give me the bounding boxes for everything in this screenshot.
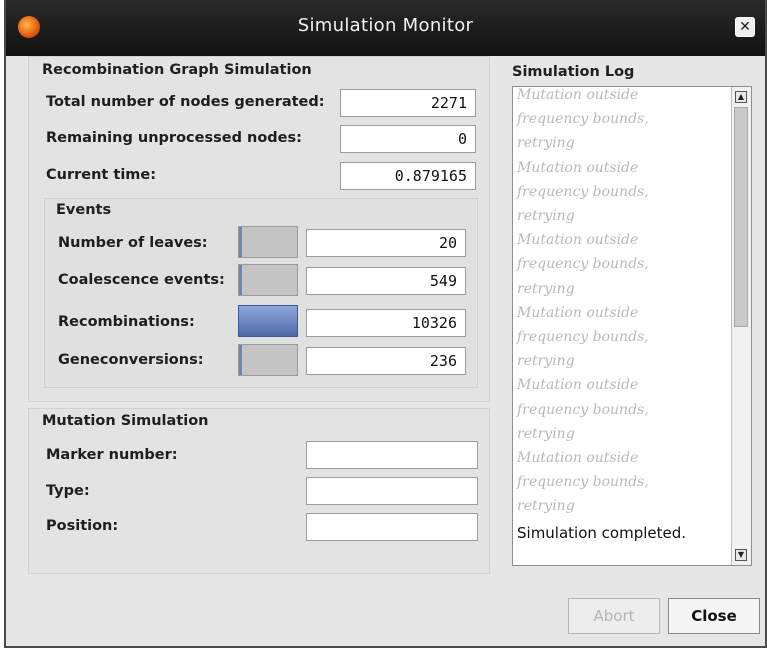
- position-label: Position:: [46, 518, 119, 534]
- log-line: frequency bounds,: [517, 256, 649, 273]
- recombination-title: Recombination Graph Simulation: [42, 62, 312, 78]
- remaining-nodes-field: 0: [340, 125, 476, 153]
- remaining-nodes-label: Remaining unprocessed nodes:: [46, 130, 302, 146]
- log-line: frequency bounds,: [517, 474, 649, 491]
- log-line: retrying: [517, 425, 575, 442]
- log-line: Mutation outside: [517, 450, 639, 467]
- log-line: frequency bounds,: [517, 111, 649, 128]
- current-time-label: Current time:: [46, 167, 157, 183]
- log-line: retrying: [517, 353, 575, 370]
- recombinations-field: 10326: [306, 309, 466, 337]
- scroll-thumb[interactable]: [734, 107, 748, 327]
- geneconversions-label: Geneconversions:: [58, 352, 204, 368]
- log-line: retrying: [517, 208, 575, 225]
- scroll-up-icon[interactable]: ▲: [735, 91, 747, 103]
- log-line: frequency bounds,: [517, 183, 649, 200]
- log-line: frequency bounds,: [517, 329, 649, 346]
- log-line: Mutation outside: [517, 232, 639, 249]
- recombinations-label: Recombinations:: [58, 314, 195, 330]
- current-time-field: 0.879165: [340, 162, 476, 190]
- coalescence-label: Coalescence events:: [58, 272, 225, 288]
- total-nodes-field: 2271: [340, 89, 476, 117]
- leaves-label: Number of leaves:: [58, 235, 208, 251]
- window-title: Simulation Monitor: [297, 15, 474, 36]
- abort-button[interactable]: Abort: [568, 598, 660, 634]
- log-line: frequency bounds,: [517, 401, 649, 418]
- log-line: Mutation outside: [517, 159, 639, 176]
- log-scrollbar[interactable]: ▲ ▼: [731, 87, 751, 565]
- log-line: Mutation outside: [517, 377, 639, 394]
- scroll-down-icon[interactable]: ▼: [735, 549, 747, 561]
- log-line: Mutation outside: [517, 304, 639, 321]
- close-button[interactable]: Close: [668, 598, 760, 634]
- simulation-log[interactable]: Mutation outside frequency bounds, retry…: [512, 86, 752, 566]
- coalescence-bar: [238, 264, 298, 296]
- position-field: [306, 513, 478, 541]
- marker-number-label: Marker number:: [46, 447, 178, 463]
- marker-number-field: [306, 441, 478, 469]
- log-line: retrying: [517, 498, 575, 515]
- total-nodes-label: Total number of nodes generated:: [46, 94, 325, 110]
- log-lines: Mutation outside frequency bounds, retry…: [517, 87, 729, 547]
- type-label: Type:: [46, 483, 90, 499]
- log-title: Simulation Log: [512, 64, 635, 80]
- coalescence-field: 549: [306, 267, 466, 295]
- leaves-bar: [238, 226, 298, 258]
- title-bar[interactable]: Simulation Monitor ✕: [6, 0, 765, 56]
- leaves-field: 20: [306, 229, 466, 257]
- simulation-monitor-window: Simulation Monitor ✕ Recombination Graph…: [4, 0, 767, 648]
- geneconversions-bar: [238, 344, 298, 376]
- type-field: [306, 477, 478, 505]
- log-line: Mutation outside: [517, 87, 639, 103]
- log-line: retrying: [517, 280, 575, 297]
- log-final-message: Simulation completed.: [517, 523, 687, 542]
- mutation-title: Mutation Simulation: [42, 413, 209, 429]
- recombinations-bar: [238, 305, 298, 337]
- events-title: Events: [56, 202, 112, 218]
- geneconversions-field: 236: [306, 347, 466, 375]
- log-line: retrying: [517, 135, 575, 152]
- window-close-icon[interactable]: ✕: [735, 17, 755, 37]
